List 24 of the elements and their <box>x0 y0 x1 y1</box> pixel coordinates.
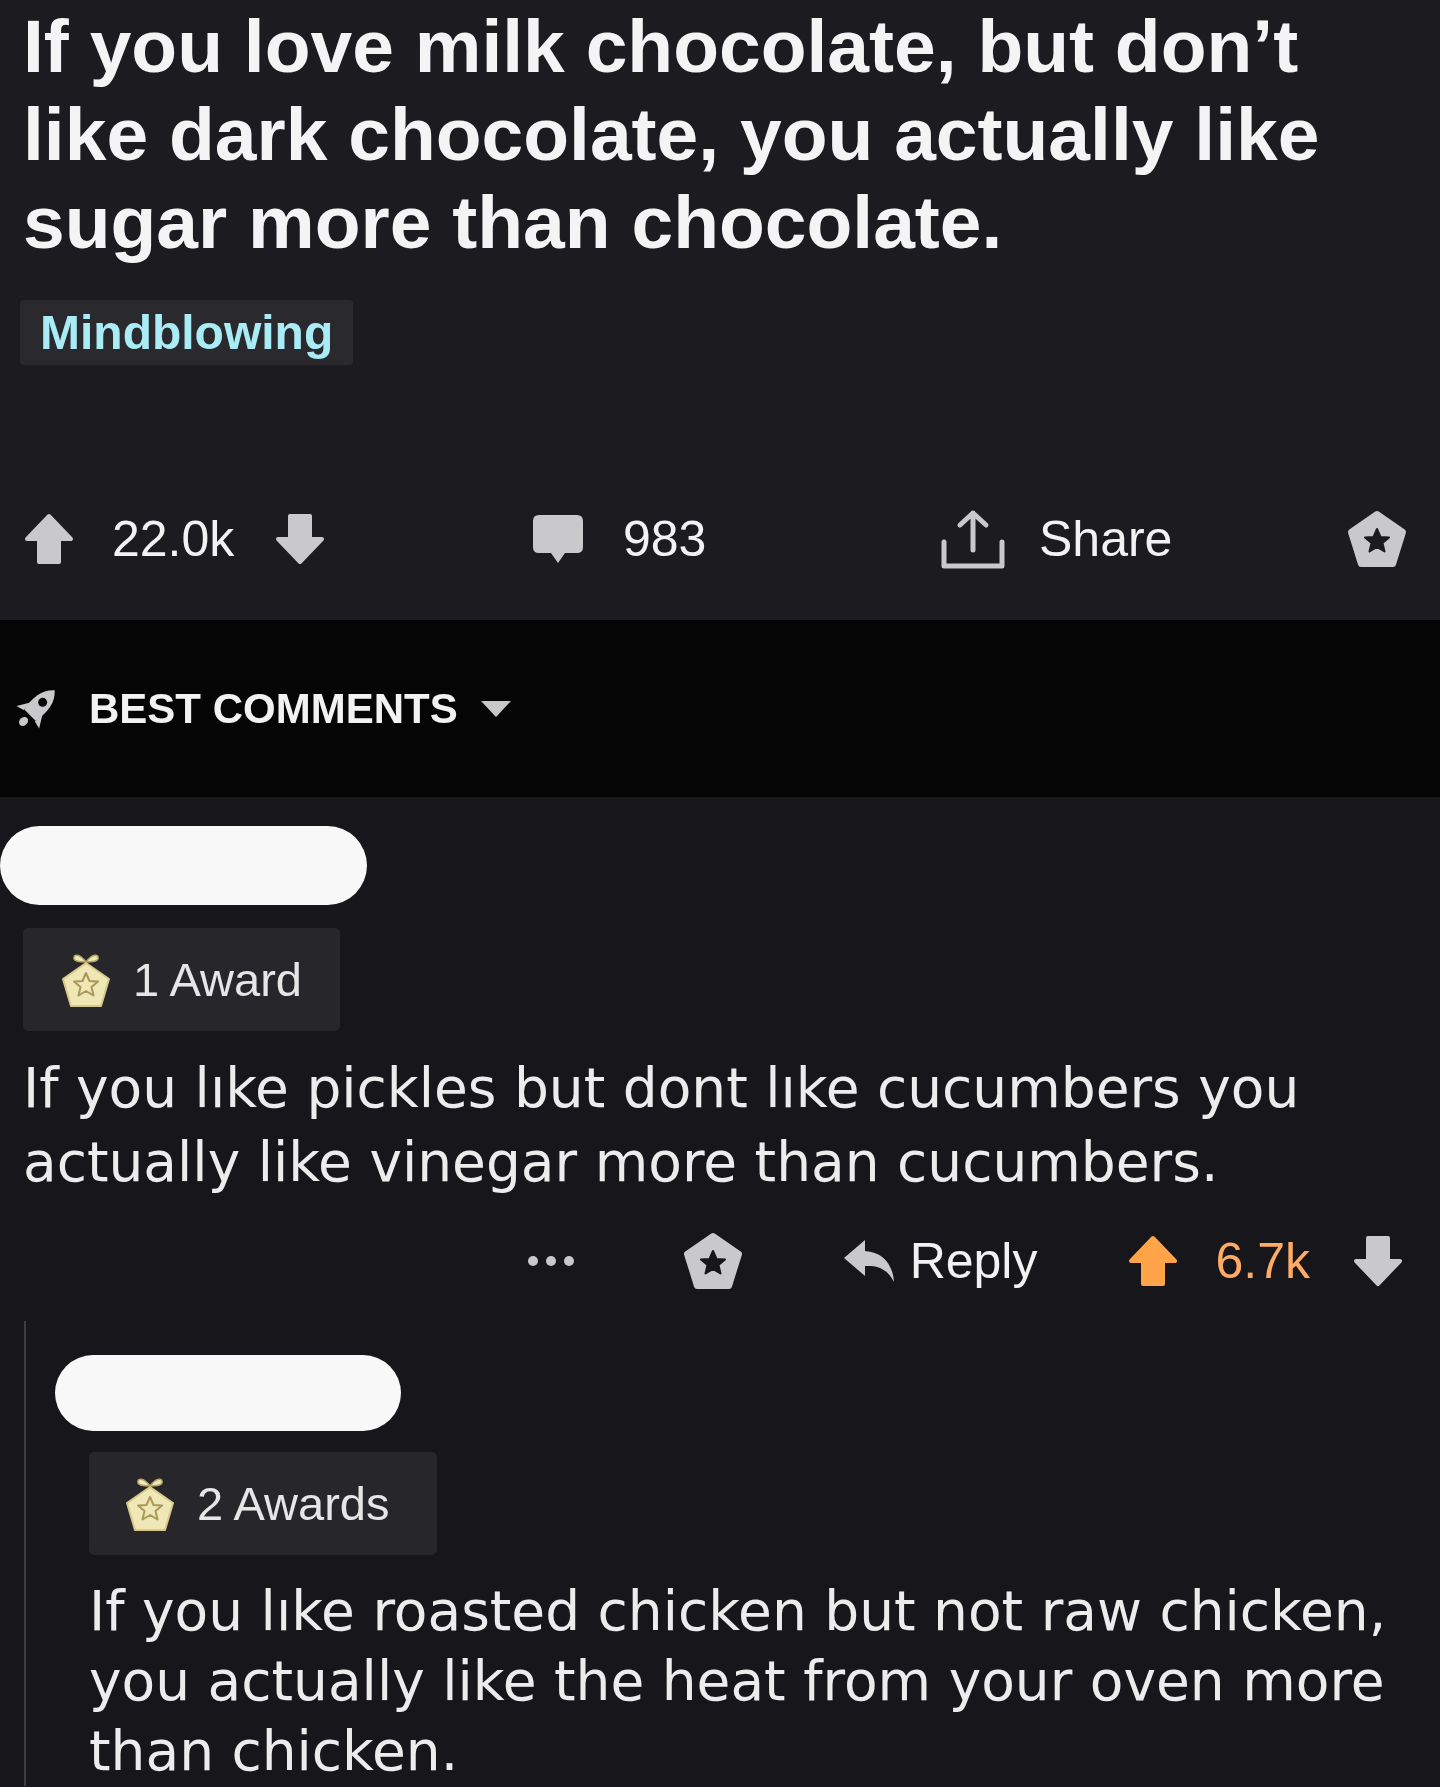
share-button[interactable]: Share <box>940 508 1173 570</box>
star-pentagon-icon[interactable] <box>1347 510 1407 568</box>
award-count: 1 Award <box>133 951 302 1008</box>
comment-text: If you lıke pickles but dont lıke cucumbers you actually like vinegar more than cucumbers. <box>23 1055 1301 1196</box>
award-count: 2 Awards <box>197 1475 390 1532</box>
star-pentagon-icon[interactable] <box>682 1232 743 1290</box>
flair-tag[interactable]: Mindblowing <box>20 300 354 365</box>
vote-score: 22.0k <box>112 510 235 569</box>
vote-score: 6.7k <box>1215 1232 1310 1291</box>
caret-icon <box>480 700 511 717</box>
comment-count: 983 <box>623 510 707 569</box>
post-title: If you love milk chocolate, but don’t like dark chocolate, you actually like sugar more than chocolate. <box>22 3 1321 266</box>
upload-icon <box>940 508 1006 570</box>
downvote-arrow-icon[interactable] <box>275 513 326 565</box>
award-badge[interactable]: 2 Awards <box>89 1452 437 1555</box>
upvote-arrow-icon[interactable] <box>24 513 74 565</box>
downvote-arrow-icon[interactable] <box>1353 1235 1403 1287</box>
award-badge[interactable]: 1 Award <box>23 928 340 1031</box>
reply-button[interactable]: Reply <box>840 1231 1038 1291</box>
comment-text: If you lıke roasted chicken but not raw chicken, you actually like the heat from your oven more than chicken. <box>89 1578 1388 1785</box>
comment-bubble-icon[interactable] <box>531 513 585 565</box>
sort-dropdown[interactable]: BEST COMMENTS <box>89 682 511 735</box>
more-icon[interactable] <box>526 1255 575 1267</box>
upvote-arrow-icon[interactable] <box>1128 1235 1179 1287</box>
